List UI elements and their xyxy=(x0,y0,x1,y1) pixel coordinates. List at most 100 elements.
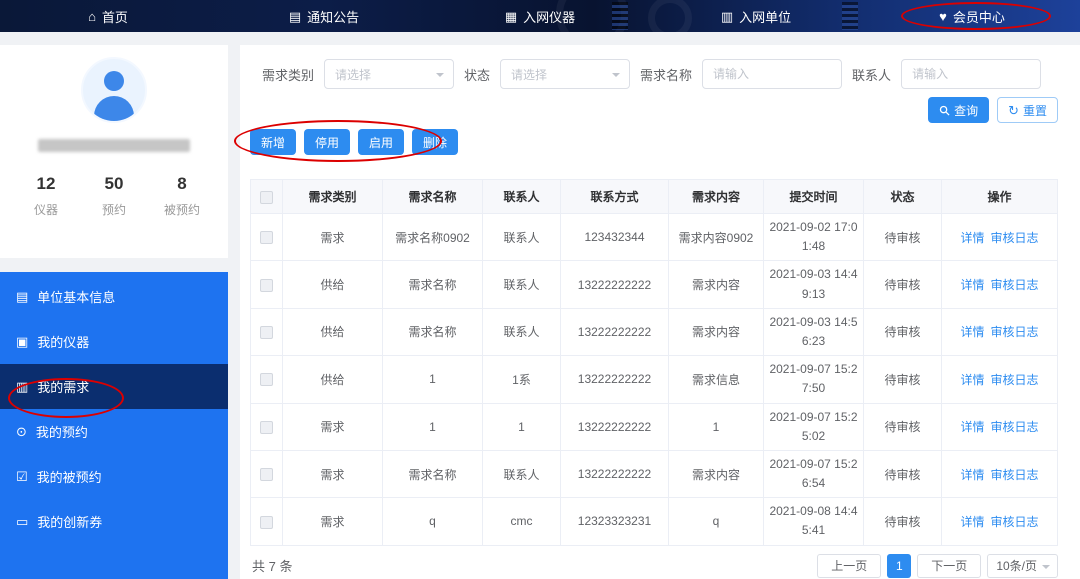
audit-log-link[interactable]: 审核日志 xyxy=(991,515,1039,529)
cell-content: 需求内容 xyxy=(669,261,764,308)
detail-link[interactable]: 详情 xyxy=(960,278,984,292)
table-row: 供给11系13222222222需求信息2021-09-07 15:27:50待… xyxy=(251,356,1058,403)
table-row: 需求qcmc12323323231q2021-09-08 14:45:41待审核… xyxy=(251,498,1058,545)
detail-link[interactable]: 详情 xyxy=(960,515,984,529)
stat-label: 预约 xyxy=(80,201,148,218)
cell-operations: 详情审核日志 xyxy=(942,356,1058,403)
cell-operations: 详情审核日志 xyxy=(942,214,1058,261)
cell-time: 2021-09-08 14:45:41 xyxy=(764,498,864,545)
search-button-label: 查询 xyxy=(954,102,978,119)
category-select-placeholder: 请选择 xyxy=(335,66,371,83)
detail-link[interactable]: 详情 xyxy=(960,231,984,245)
row-checkbox-cell xyxy=(251,450,283,497)
nav-item-notices[interactable]: ▤ 通知公告 xyxy=(216,0,432,32)
sidebar-item-unit-info[interactable]: ▤ 单位基本信息 xyxy=(0,274,228,319)
row-checkbox-cell xyxy=(251,403,283,450)
next-page-button[interactable]: 下一页 xyxy=(917,554,981,578)
detail-link[interactable]: 详情 xyxy=(960,468,984,482)
demand-table-wrap: 需求类别需求名称联系人联系方式需求内容提交时间状态操作 需求需求名称0902联系… xyxy=(250,179,1058,546)
page-size-select[interactable]: 10条/页 xyxy=(987,554,1058,578)
audit-log-link[interactable]: 审核日志 xyxy=(991,468,1039,482)
sidebar-item-my-reservations[interactable]: ⊙ 我的预约 xyxy=(0,409,228,454)
cell-contact: cmc xyxy=(483,498,561,545)
add-button[interactable]: 新增 xyxy=(250,129,296,155)
document-icon: ▤ xyxy=(16,290,28,303)
cell-phone: 12323323231 xyxy=(561,498,669,545)
audit-log-link[interactable]: 审核日志 xyxy=(991,420,1039,434)
cell-contact: 联系人 xyxy=(483,261,561,308)
detail-link[interactable]: 详情 xyxy=(960,420,984,434)
cell-operations: 详情审核日志 xyxy=(942,308,1058,355)
clock-icon: ⊙ xyxy=(16,425,27,438)
stat-value: 50 xyxy=(80,174,148,194)
row-checkbox[interactable] xyxy=(260,516,273,529)
cell-contact: 1系 xyxy=(483,356,561,403)
cell-content: 需求信息 xyxy=(669,356,764,403)
search-button[interactable]: 查询 xyxy=(928,97,989,123)
nav-item-units[interactable]: ▥ 入网单位 xyxy=(648,0,864,32)
column-header: 需求名称 xyxy=(383,180,483,214)
cell-status: 待审核 xyxy=(864,214,942,261)
sidebar-item-my-demands[interactable]: ▥ 我的需求 xyxy=(0,364,228,409)
cell-operations: 详情审核日志 xyxy=(942,403,1058,450)
sidebar-item-my-instruments[interactable]: ▣ 我的仪器 xyxy=(0,319,228,364)
cell-content: 需求内容0902 xyxy=(669,214,764,261)
cell-time: 2021-09-07 15:27:50 xyxy=(764,356,864,403)
table-header-row: 需求类别需求名称联系人联系方式需求内容提交时间状态操作 xyxy=(251,180,1058,214)
row-checkbox[interactable] xyxy=(260,373,273,386)
detail-link[interactable]: 详情 xyxy=(960,325,984,339)
category-select[interactable]: 请选择 xyxy=(324,59,454,89)
cell-name: 需求名称 xyxy=(383,450,483,497)
audit-log-link[interactable]: 审核日志 xyxy=(991,325,1039,339)
demand-name-input[interactable] xyxy=(702,59,842,89)
row-checkbox[interactable] xyxy=(260,231,273,244)
sidebar-item-label: 我的预约 xyxy=(36,422,88,441)
row-checkbox-cell xyxy=(251,214,283,261)
cell-name: 1 xyxy=(383,356,483,403)
nav-item-home[interactable]: ⌂ 首页 xyxy=(0,0,216,32)
page-number-1[interactable]: 1 xyxy=(887,554,911,578)
cell-contact: 联系人 xyxy=(483,450,561,497)
cell-content: q xyxy=(669,498,764,545)
row-checkbox[interactable] xyxy=(260,421,273,434)
audit-log-link[interactable]: 审核日志 xyxy=(991,278,1039,292)
delete-button[interactable]: 删除 xyxy=(412,129,458,155)
row-checkbox[interactable] xyxy=(260,468,273,481)
sidebar-item-my-vouchers[interactable]: ▭ 我的创新券 xyxy=(0,499,228,544)
nav-item-instruments[interactable]: ▦ 入网仪器 xyxy=(432,0,648,32)
row-checkbox[interactable] xyxy=(260,326,273,339)
cell-category: 供给 xyxy=(283,356,383,403)
stat-value: 8 xyxy=(148,174,216,194)
checkbox-icon: ☑ xyxy=(16,470,28,483)
member-icon: ♥ xyxy=(939,10,947,23)
cell-status: 待审核 xyxy=(864,356,942,403)
detail-link[interactable]: 详情 xyxy=(960,373,984,387)
select-all-checkbox[interactable] xyxy=(260,191,273,204)
audit-log-link[interactable]: 审核日志 xyxy=(991,373,1039,387)
table-row: 需求需求名称0902联系人123432344需求内容09022021-09-02… xyxy=(251,214,1058,261)
home-icon: ⌂ xyxy=(88,10,96,23)
search-row: 查询 ↻ 重置 xyxy=(250,97,1058,123)
audit-log-link[interactable]: 审核日志 xyxy=(991,231,1039,245)
contact-input[interactable] xyxy=(901,59,1041,89)
reset-button[interactable]: ↻ 重置 xyxy=(997,97,1058,123)
cell-name: 需求名称 xyxy=(383,308,483,355)
table-row: 供给需求名称联系人13222222222需求内容2021-09-03 14:49… xyxy=(251,261,1058,308)
disable-button[interactable]: 停用 xyxy=(304,129,350,155)
search-icon xyxy=(939,105,950,116)
sidebar-item-my-reserved[interactable]: ☑ 我的被预约 xyxy=(0,454,228,499)
prev-page-button[interactable]: 上一页 xyxy=(817,554,881,578)
nav-item-label: 通知公告 xyxy=(307,7,359,26)
pagination: 上一页 1 下一页 10条/页 xyxy=(817,554,1058,578)
enable-button[interactable]: 启用 xyxy=(358,129,404,155)
row-checkbox[interactable] xyxy=(260,279,273,292)
cell-name: 1 xyxy=(383,403,483,450)
avatar xyxy=(81,57,147,123)
cell-content: 需求内容 xyxy=(669,450,764,497)
column-header: 需求类别 xyxy=(283,180,383,214)
nav-item-member-center[interactable]: ♥ 会员中心 xyxy=(864,0,1080,32)
cell-name: 需求名称0902 xyxy=(383,214,483,261)
status-select[interactable]: 请选择 xyxy=(500,59,630,89)
cell-category: 需求 xyxy=(283,450,383,497)
cell-operations: 详情审核日志 xyxy=(942,261,1058,308)
